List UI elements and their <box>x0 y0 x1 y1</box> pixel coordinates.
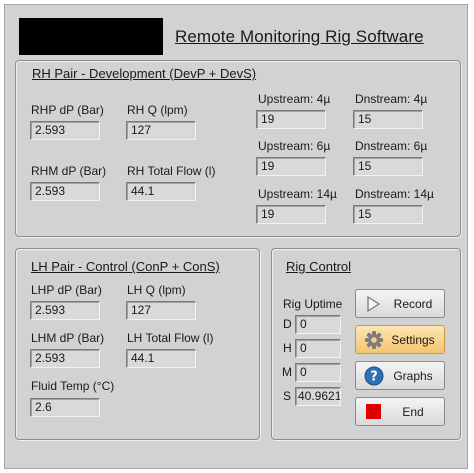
lhp-dp-label: LHP dP (Bar) <box>31 283 102 297</box>
svg-text:?: ? <box>370 370 378 385</box>
rhp-dp-label: RHP dP (Bar) <box>31 103 104 117</box>
end-label: End <box>402 405 424 419</box>
dnstream-14-field[interactable]: 15 <box>353 205 423 224</box>
lhp-dp-field[interactable]: 2.593 <box>30 301 100 320</box>
app-title: Remote Monitoring Rig Software <box>175 27 424 46</box>
uptime-hours-label: H <box>283 341 292 355</box>
dnstream-4-label: Dnstream: 4µ <box>355 92 428 106</box>
fluid-temp-label: Fluid Temp (°C) <box>31 379 115 393</box>
record-label: Record <box>393 297 433 311</box>
rhm-dp-field[interactable]: 2.593 <box>30 182 100 201</box>
settings-label: Settings <box>391 333 435 347</box>
lhm-dp-label: LHM dP (Bar) <box>31 331 105 345</box>
rhp-dp-field[interactable]: 2.593 <box>30 121 100 140</box>
upstream-4-label: Upstream: 4µ <box>258 92 331 106</box>
dnstream-6-field[interactable]: 15 <box>353 157 423 176</box>
settings-button[interactable]: Settings <box>355 325 445 354</box>
rh-total-flow-field[interactable]: 44.1 <box>126 182 196 201</box>
lh-q-label: LH Q (lpm) <box>127 283 186 297</box>
fluid-temp-field[interactable]: 2.6 <box>30 398 100 417</box>
lh-total-flow-field[interactable]: 44.1 <box>126 349 196 368</box>
uptime-seconds-field[interactable]: 40.9621 <box>295 387 341 406</box>
upstream-4-field[interactable]: 19 <box>256 110 326 129</box>
uptime-seconds-label: S <box>283 389 292 403</box>
rh-q-field[interactable]: 127 <box>126 121 196 140</box>
app-window: Remote Monitoring Rig Software RH Pair -… <box>4 4 468 469</box>
graphs-label: Graphs <box>393 369 433 383</box>
rhm-dp-label: RHM dP (Bar) <box>31 164 107 178</box>
upstream-6-field[interactable]: 19 <box>256 157 326 176</box>
dnstream-14-label: Dnstream: 14µ <box>355 187 434 201</box>
rh-panel-title: RH Pair - Development (DevP + DevS) <box>32 66 257 81</box>
uptime-minutes-field[interactable]: 0 <box>295 363 341 382</box>
upstream-6-label: Upstream: 6µ <box>258 139 331 153</box>
lh-panel-title: LH Pair - Control (ConP + ConS) <box>31 259 220 274</box>
stop-icon <box>363 402 385 422</box>
upstream-14-field[interactable]: 19 <box>256 205 326 224</box>
record-button[interactable]: Record <box>355 289 445 318</box>
uptime-minutes-label: M <box>282 365 292 379</box>
lhm-dp-field[interactable]: 2.593 <box>30 349 100 368</box>
gear-icon <box>363 330 385 350</box>
rh-total-flow-label: RH Total Flow (l) <box>127 164 216 178</box>
uptime-days-label: D <box>283 317 292 331</box>
dnstream-6-label: Dnstream: 6µ <box>355 139 428 153</box>
help-icon: ? <box>363 366 385 386</box>
rig-control-title: Rig Control <box>286 259 352 274</box>
end-button[interactable]: End <box>355 397 445 426</box>
lh-total-flow-label: LH Total Flow (l) <box>127 331 214 345</box>
dnstream-4-field[interactable]: 15 <box>353 110 423 129</box>
rig-uptime-label: Rig Uptime <box>283 297 343 311</box>
lh-q-field[interactable]: 127 <box>126 301 196 320</box>
graphs-button[interactable]: ? Graphs <box>355 361 445 390</box>
rh-q-label: RH Q (lpm) <box>127 103 188 117</box>
uptime-hours-field[interactable]: 0 <box>295 339 341 358</box>
uptime-days-field[interactable]: 0 <box>295 315 341 334</box>
play-icon <box>363 294 385 314</box>
upstream-14-label: Upstream: 14µ <box>258 187 337 201</box>
logo-block <box>19 18 163 55</box>
